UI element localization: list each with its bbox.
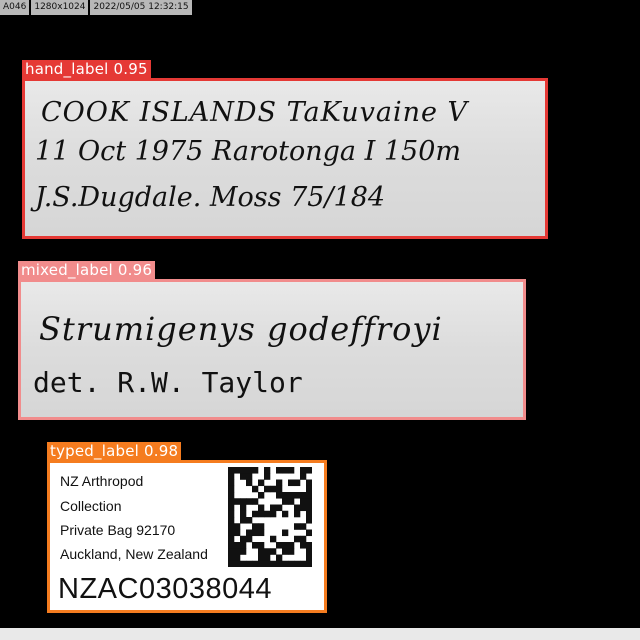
bottom-strip	[0, 628, 640, 640]
hand-label-detection-tag: hand_label 0.95	[22, 60, 151, 78]
image-resolution: 1280x1024	[31, 0, 89, 15]
typed-label-class: typed_label	[50, 442, 140, 460]
mixed-label-detection-tag: mixed_label 0.96	[18, 261, 156, 279]
camera-id: A046	[0, 0, 30, 15]
typed-label-confidence: 0.98	[143, 442, 179, 460]
typed-label-detection-tag: typed_label 0.98	[47, 442, 182, 460]
hand-label-bounding-box[interactable]	[22, 78, 548, 239]
hand-label-confidence: 0.95	[113, 60, 148, 78]
mixed-label-class: mixed_label	[21, 261, 113, 279]
mixed-label-bounding-box[interactable]	[18, 279, 526, 420]
hand-label-class: hand_label	[25, 60, 109, 78]
capture-timestamp: 2022/05/05 12:32:15	[90, 0, 192, 15]
image-info-bar: A046 1280x1024 2022/05/05 12:32:15	[0, 0, 192, 15]
typed-label-bounding-box[interactable]	[47, 460, 327, 613]
mixed-label-confidence: 0.96	[117, 261, 153, 279]
